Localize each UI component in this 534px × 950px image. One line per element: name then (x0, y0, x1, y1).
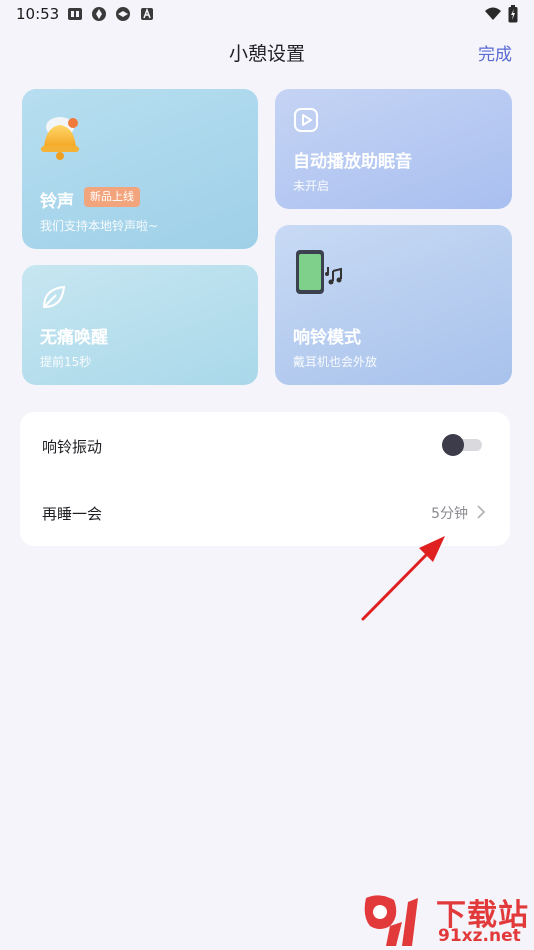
ringtone-title: 铃声 (40, 192, 74, 212)
chevron-right-icon[interactable] (476, 504, 486, 520)
header: 小憩设置 完成 (0, 36, 534, 68)
a-icon (141, 7, 153, 20)
watermark: 下载站 91xz.net (360, 888, 534, 950)
ring-mode-card[interactable]: 响铃模式 戴耳机也会外放 (275, 225, 512, 385)
ring-mode-title: 响铃模式 (293, 328, 361, 348)
ring-mode-subtitle: 戴耳机也会外放 (293, 355, 378, 369)
done-button[interactable]: 完成 (478, 40, 512, 65)
autoplay-subtitle: 未开启 (293, 179, 330, 193)
gentle-wake-title: 无痛唤醒 (40, 328, 108, 348)
site-logo-icon (364, 895, 418, 946)
status-bar: 10:53 (0, 0, 534, 30)
autoplay-sleep-sound-card[interactable]: 自动播放助眠音 未开启 (275, 89, 512, 209)
play-icon (294, 108, 318, 132)
page-title: 小憩设置 (228, 43, 305, 65)
status-time: 10:53 (16, 5, 60, 23)
snooze-label[interactable]: 再睡一会 (42, 503, 102, 524)
ringtone-subtitle: 我们支持本地铃声啦~ (40, 219, 159, 233)
autoplay-title: 自动播放助眠音 (293, 152, 412, 172)
bell-icon (41, 117, 79, 160)
wifi-icon (485, 7, 501, 20)
battery-charging-icon (508, 5, 518, 23)
phone-music-icon (296, 250, 342, 294)
status-icons-left (67, 6, 155, 22)
watermark-bottom-text: 91xz.net (438, 926, 521, 946)
new-badge: 新品上线 (84, 187, 140, 207)
ringtone-card[interactable]: 铃声 新品上线 我们支持本地铃声啦~ (22, 89, 258, 249)
toggle-knob (442, 434, 464, 456)
gentle-wake-card[interactable]: 无痛唤醒 提前15秒 (22, 265, 258, 385)
vibrate-toggle[interactable] (442, 434, 482, 456)
leaf-icon (42, 285, 66, 309)
gentle-wake-subtitle: 提前15秒 (40, 355, 92, 369)
settings-panel: 响铃振动 再睡一会 5分钟 (20, 412, 510, 546)
aperture-icon (116, 7, 130, 21)
annotation-arrow-icon (361, 536, 445, 621)
snooze-value[interactable]: 5分钟 (431, 503, 468, 523)
aperture-icon (92, 7, 106, 21)
image-icon (68, 8, 82, 20)
status-icons-right (484, 5, 518, 23)
vibrate-label: 响铃振动 (42, 438, 103, 456)
